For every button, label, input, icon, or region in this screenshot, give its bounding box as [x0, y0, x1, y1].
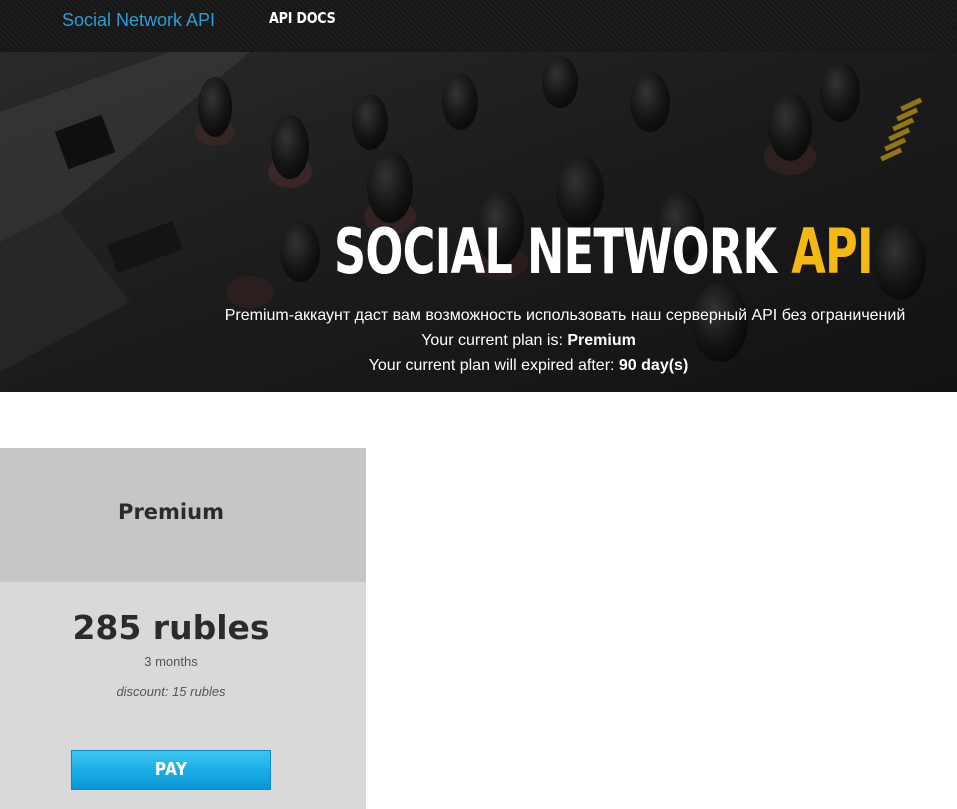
top-navbar: Social Network API API DOCS: [0, 0, 957, 52]
hero-description: Premium-аккаунт даст вам возможность исп…: [224, 307, 906, 324]
plan-expiry-line: Your current plan will expired after: 90…: [0, 354, 957, 378]
plan-price: 285 rubles: [72, 608, 270, 647]
brand-link[interactable]: Social Network API: [62, 10, 215, 31]
pay-button-label: PAY: [154, 759, 188, 780]
hero-title-accent: API: [791, 215, 873, 288]
plan-discount: discount: 15 rubles: [116, 684, 226, 699]
current-plan-value: Premium: [567, 332, 636, 349]
plan-expiry-value: 90 day(s): [618, 357, 689, 374]
pricing-card-header: Premium: [0, 448, 366, 582]
pricing-card-premium: Premium 285 rubles 3 months discount: 15…: [0, 448, 366, 809]
pay-button[interactable]: PAY: [71, 750, 271, 790]
plan-duration: 3 months: [144, 654, 198, 669]
hero-title: SOCIAL NETWORK API: [94, 217, 874, 287]
plan-name: Premium: [118, 500, 224, 524]
hero-banner: SOCIAL NETWORK API Premium-аккаунт даст …: [0, 52, 957, 392]
current-plan-line: Your current plan is: Premium: [0, 329, 957, 353]
plan-expiry-label: Your current plan will expired after:: [368, 357, 619, 374]
current-plan-label: Your current plan is:: [421, 332, 568, 349]
nav-link-api-docs[interactable]: API DOCS: [269, 9, 336, 27]
hero-title-main: SOCIAL NETWORK: [334, 215, 792, 288]
